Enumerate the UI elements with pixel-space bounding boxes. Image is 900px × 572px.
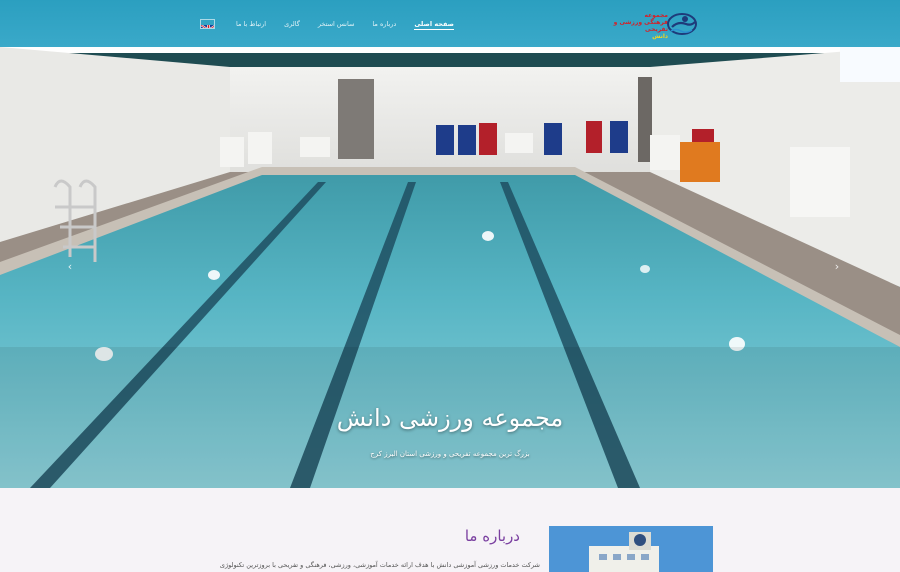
nav-home[interactable]: صفحه اصلی xyxy=(405,0,463,47)
about-section: درباره ما شرکت خدمات ورزشی آموزشی دانش ب… xyxy=(0,488,900,572)
chevron-right-icon[interactable]: › xyxy=(829,259,845,275)
logo-line-2: فرهنگی ورزشی و تفریحی xyxy=(613,19,668,33)
main-nav: ارتباط با ما گالری سانس استخر درباره ما … xyxy=(200,0,463,47)
hero-title: مجموعه ورزشی دانش xyxy=(336,404,564,432)
logo-line-1: مجموعه xyxy=(644,12,668,19)
chevron-left-icon[interactable]: ‹ xyxy=(62,259,78,275)
nav-contact[interactable]: ارتباط با ما xyxy=(227,0,275,47)
swimmer-logo-icon xyxy=(667,13,697,35)
about-building-image xyxy=(549,526,713,572)
hero-subtitle: بزرگ ترین مجموعه تفریحی و ورزشی استان ال… xyxy=(370,450,530,458)
logo-text: مجموعه فرهنگی ورزشی و تفریحی دانش xyxy=(600,12,668,40)
logo-line-3: دانش xyxy=(652,33,668,40)
nav-about[interactable]: درباره ما xyxy=(363,0,405,47)
site-header: ارتباط با ما گالری سانس استخر درباره ما … xyxy=(0,0,900,47)
nav-pool-schedule[interactable]: سانس استخر xyxy=(309,0,364,47)
site-logo[interactable]: مجموعه فرهنگی ورزشی و تفریحی دانش xyxy=(600,9,700,40)
about-title: درباره ما xyxy=(464,527,520,545)
hero-slider: ‹ › مجموعه ورزشی دانش بزرگ ترین مجموعه ت… xyxy=(0,47,900,488)
uk-flag-icon[interactable] xyxy=(200,18,215,29)
about-text: شرکت خدمات ورزشی آموزشی دانش با هدف ارائ… xyxy=(219,561,540,569)
nav-gallery[interactable]: گالری xyxy=(275,0,309,47)
